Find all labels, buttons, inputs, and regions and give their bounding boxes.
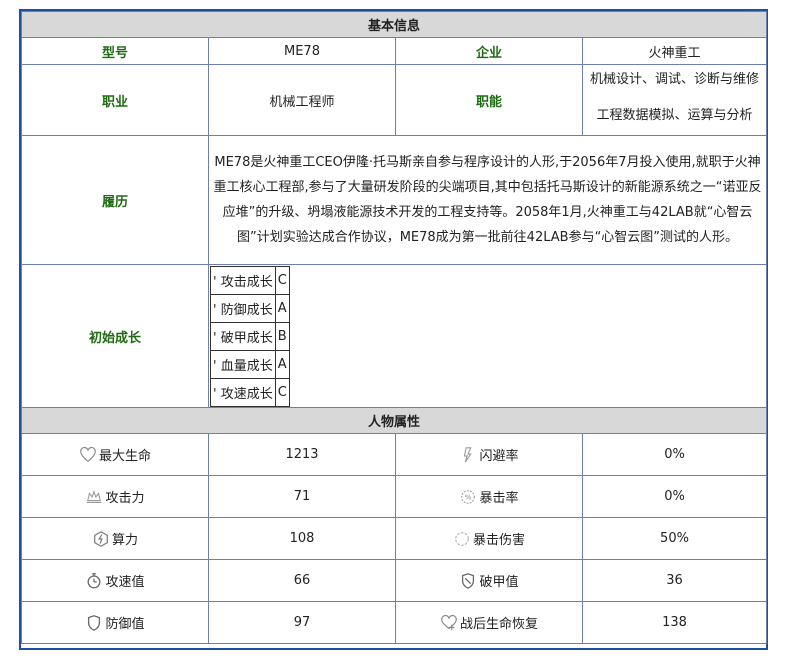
crit-damage-icon — [453, 530, 471, 548]
growth-grade: B — [274, 322, 290, 351]
armor-break-icon — [459, 572, 477, 590]
attr-value: 50% — [581, 517, 768, 560]
svg-text:%: % — [465, 493, 472, 502]
attr-row: 防御值 97 战后生命恢复 138 — [21, 601, 768, 644]
attr-value: 0% — [581, 433, 768, 476]
attr-cell: 算力 — [21, 517, 209, 560]
attr-cell: 攻速值 — [21, 559, 209, 602]
attr-row: 攻速值 66 破甲值 36 — [21, 559, 768, 602]
info-panel: 基本信息 型号 ME78 企业 火神重工 职业 机械工程师 职能 机械设计、调试… — [19, 9, 768, 650]
attr-row: 攻击力 71 % 暴击率 0% — [21, 475, 768, 518]
attr-cell: 最大生命 — [21, 433, 209, 476]
growth-grade: A — [274, 294, 290, 323]
attr-cell: 战后生命恢复 — [395, 601, 583, 644]
stopwatch-icon — [85, 572, 103, 590]
attr-cell: 防御值 — [21, 601, 209, 644]
attr-cell: 攻击力 — [21, 475, 209, 518]
growth-row: ' 血量成长 A — [210, 350, 290, 379]
attr-row: 算力 108 暴击伤害 50% — [21, 517, 768, 560]
growth-row: ' 破甲成长 B — [210, 322, 290, 351]
attr-value: 97 — [208, 601, 396, 644]
growth-name: ' 攻速成长 — [210, 378, 276, 407]
attr-cell: 破甲值 — [395, 559, 583, 602]
attr-value: 0% — [581, 475, 768, 518]
growth-grade: A — [274, 350, 290, 379]
job-value: 机械工程师 — [208, 64, 396, 136]
growth-name: ' 防御成长 — [210, 294, 276, 323]
job-label: 职业 — [21, 64, 209, 136]
bio-label: 履历 — [21, 135, 209, 265]
company-label: 企业 — [395, 37, 583, 65]
company-value: 火神重工 — [581, 37, 768, 65]
attr-cell: % 暴击率 — [395, 475, 583, 518]
bio-text: ME78是火神重工CEO伊隆·托马斯亲自参与程序设计的人形,于2056年7月投入… — [207, 135, 768, 265]
compute-icon — [92, 530, 110, 548]
attack-icon — [85, 488, 103, 506]
attr-value: 1213 — [208, 433, 396, 476]
growth-row: ' 攻击成长 C — [210, 266, 290, 295]
attr-cell: 暴击伤害 — [395, 517, 583, 560]
growth-cell: ' 攻击成长 C ' 防御成长 A ' 破甲成长 B ' 血量成长 A ' 攻速… — [207, 264, 768, 408]
heal-icon — [440, 614, 458, 632]
duty-label: 职能 — [395, 64, 583, 136]
growth-row: ' 防御成长 A — [210, 294, 290, 323]
attr-value: 71 — [208, 475, 396, 518]
growth-name: ' 攻击成长 — [210, 266, 276, 295]
duty-line-2: 工程数据模拟、运算与分析 — [596, 108, 753, 123]
attr-row: 最大生命 1213 闪避率 0% — [21, 433, 768, 476]
attr-value: 138 — [581, 601, 768, 644]
attr-cell: 闪避率 — [395, 433, 583, 476]
shield-icon — [85, 614, 103, 632]
growth-grade: C — [274, 266, 290, 295]
growth-label: 初始成长 — [21, 264, 209, 408]
growth-table: ' 攻击成长 C ' 防御成长 A ' 破甲成长 B ' 血量成长 A ' 攻速… — [210, 266, 290, 407]
dodge-icon — [459, 446, 477, 464]
model-label: 型号 — [21, 37, 209, 65]
attr-value: 36 — [581, 559, 768, 602]
growth-row: ' 攻速成长 C — [210, 378, 290, 407]
duty-line-1: 机械设计、调试、诊断与维修 — [590, 72, 760, 87]
growth-name: ' 破甲成长 — [210, 322, 276, 351]
duty-value: 机械设计、调试、诊断与维修 工程数据模拟、运算与分析 — [581, 64, 768, 136]
attr-value: 66 — [208, 559, 396, 602]
heart-icon — [79, 446, 97, 464]
model-value: ME78 — [208, 37, 396, 65]
basic-info-header: 基本信息 — [20, 11, 768, 38]
crit-rate-icon: % — [459, 488, 477, 506]
growth-grade: C — [274, 378, 290, 407]
character-table: 基本信息 型号 ME78 企业 火神重工 职业 机械工程师 职能 机械设计、调试… — [20, 11, 768, 644]
attr-value: 108 — [208, 517, 396, 560]
attrs-header: 人物属性 — [20, 407, 768, 434]
growth-name: ' 血量成长 — [210, 350, 276, 379]
